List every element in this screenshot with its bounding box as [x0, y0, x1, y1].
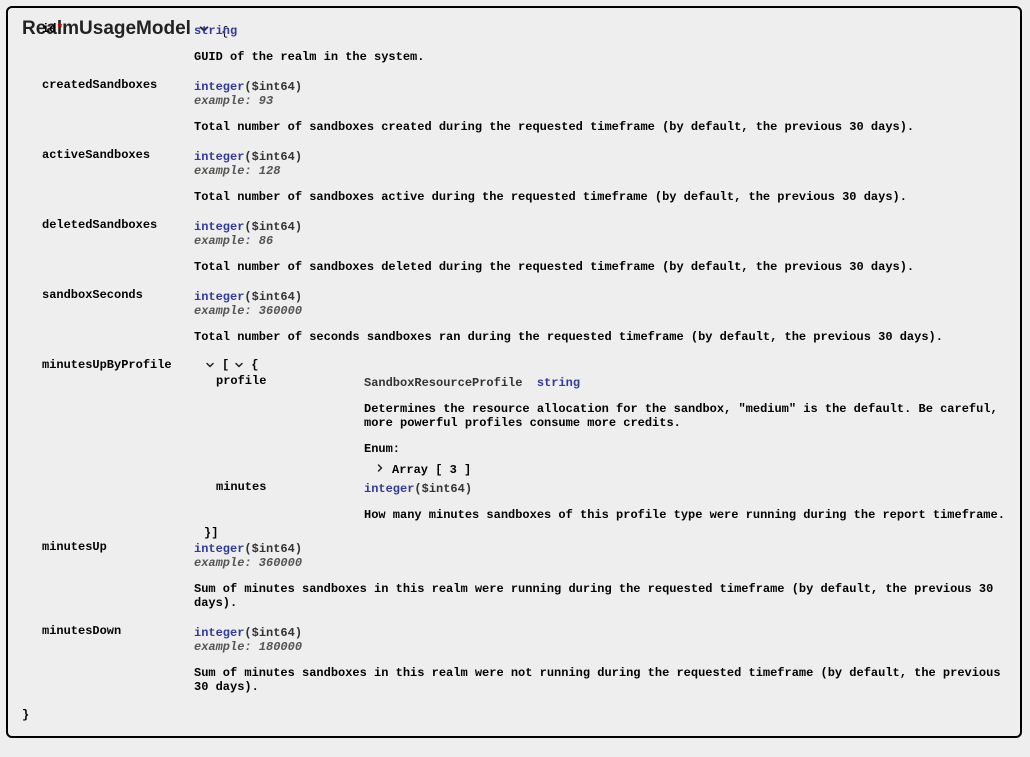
chevron-down-icon [233, 359, 245, 371]
description: How many minutes sandboxes of this profi… [364, 508, 1006, 522]
subprop-profile: profile SandboxResourceProfile string De… [216, 374, 1006, 478]
type-label: string [537, 376, 580, 390]
type-label: string [194, 24, 237, 38]
type-label: integer [194, 220, 244, 234]
enum-label: Enum: [364, 442, 1006, 456]
description: Sum of minutes sandboxes in this realm w… [194, 582, 1006, 610]
nested-header[interactable]: [ { [204, 358, 1006, 372]
prop-minutesDown: minutesDown integer($int64) example: 180… [42, 624, 1006, 694]
example-label: example: 128 [194, 164, 1006, 178]
example-label: example: 360000 [194, 304, 1006, 318]
prop-name: deletedSandboxes [42, 218, 194, 232]
prop-id: id* string GUID of the realm in the syst… [42, 22, 1006, 64]
type-label: integer [194, 80, 244, 94]
schema-panel: RealmUsageModel { id* string GUID of the… [6, 6, 1022, 738]
prop-activeSandboxes: activeSandboxes integer($int64) example:… [42, 148, 1006, 204]
description: Total number of sandboxes created during… [194, 120, 1006, 134]
close-bracket: }] [204, 526, 1006, 540]
prop-body: integer($int64) example: 360000 Sum of m… [194, 540, 1006, 610]
chevron-down-icon [204, 359, 216, 371]
format-label: ($int64) [244, 542, 302, 556]
prop-body: integer($int64) example: 360000 Total nu… [194, 288, 1006, 344]
format-label: ($int64) [414, 482, 472, 496]
prop-name: profile [216, 374, 364, 388]
prop-name: sandboxSeconds [42, 288, 194, 302]
example-label: example: 93 [194, 94, 1006, 108]
example-label: example: 86 [194, 234, 1006, 248]
format-label: ($int64) [244, 220, 302, 234]
format-label: ($int64) [244, 626, 302, 640]
prop-deletedSandboxes: deletedSandboxes integer($int64) example… [42, 218, 1006, 274]
prop-body: SandboxResourceProfile string Determines… [364, 374, 1006, 478]
prop-name: activeSandboxes [42, 148, 194, 162]
prop-name: minutesDown [42, 624, 194, 638]
prop-body: string GUID of the realm in the system. [194, 22, 1006, 64]
description: Total number of sandboxes deleted during… [194, 260, 1006, 274]
type-label: integer [194, 542, 244, 556]
subprop-minutes: minutes integer($int64) How many minutes… [216, 480, 1006, 522]
prop-body: integer($int64) example: 128 Total numbe… [194, 148, 1006, 204]
prop-minutesUpByProfile: minutesUpByProfile [ { profile [42, 358, 1006, 540]
type-label: integer [194, 626, 244, 640]
prop-body: integer($int64) example: 93 Total number… [194, 78, 1006, 134]
required-marker: * [56, 22, 63, 36]
prop-minutesUp: minutesUp integer($int64) example: 36000… [42, 540, 1006, 610]
format-label: ($int64) [244, 150, 302, 164]
description: Determines the resource allocation for t… [364, 402, 1006, 430]
prop-body: integer($int64) example: 180000 Sum of m… [194, 624, 1006, 694]
properties-list: id* string GUID of the realm in the syst… [42, 22, 1006, 694]
prop-name: minutesUpByProfile [42, 358, 194, 372]
description: Total number of sandboxes active during … [194, 190, 1006, 204]
description: Total number of seconds sandboxes ran du… [194, 330, 1006, 344]
type-label: integer [194, 150, 244, 164]
prop-createdSandboxes: createdSandboxes integer($int64) example… [42, 78, 1006, 134]
nested-body: profile SandboxResourceProfile string De… [216, 374, 1006, 522]
enum-array-text: Array [ 3 ] [392, 463, 471, 477]
enum-toggle[interactable]: Array [ 3 ] [374, 462, 1006, 478]
schema-title: SandboxResourceProfile [364, 376, 522, 390]
prop-name: createdSandboxes [42, 78, 194, 92]
prop-name: minutes [216, 480, 364, 494]
chevron-right-icon [374, 462, 386, 478]
close-brace: } [22, 708, 1006, 722]
prop-sandboxSeconds: sandboxSeconds integer($int64) example: … [42, 288, 1006, 344]
prop-name: minutesUp [42, 540, 194, 554]
prop-body: integer($int64) example: 86 Total number… [194, 218, 1006, 274]
example-label: example: 360000 [194, 556, 1006, 570]
open-brace: { [251, 358, 258, 372]
format-label: ($int64) [244, 290, 302, 304]
example-label: example: 180000 [194, 640, 1006, 654]
description: Sum of minutes sandboxes in this realm w… [194, 666, 1006, 694]
prop-body: integer($int64) How many minutes sandbox… [364, 480, 1006, 522]
prop-body: [ { profile SandboxResourceProfile strin… [194, 358, 1006, 540]
description: GUID of the realm in the system. [194, 50, 1006, 64]
open-bracket: [ [222, 358, 229, 372]
type-label: integer [364, 482, 414, 496]
format-label: ($int64) [244, 80, 302, 94]
type-label: integer [194, 290, 244, 304]
prop-name: id* [42, 22, 194, 36]
